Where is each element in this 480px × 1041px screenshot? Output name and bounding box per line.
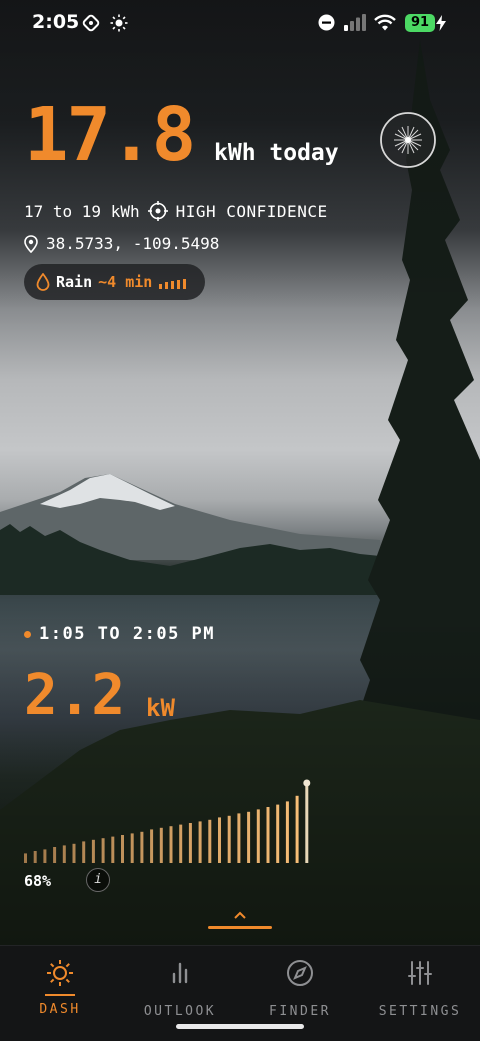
wifi-icon [374, 14, 396, 31]
power-bar [62, 845, 66, 863]
power-bar [33, 851, 37, 863]
location-coordinates: 38.5733, -109.5498 [24, 234, 219, 253]
confidence-label: HIGH CONFIDENCE [175, 201, 328, 221]
coordinates-text: 38.5733, -109.5498 [46, 234, 220, 253]
power-bar [237, 813, 241, 863]
power-bar [150, 829, 154, 863]
power-bar [198, 821, 202, 863]
time-window-text: 1:05 TO 2:05 PM [39, 624, 216, 644]
power-bar [101, 838, 105, 863]
charging-icon [436, 15, 446, 31]
power-bar [140, 831, 144, 863]
power-bar [53, 847, 57, 863]
rain-label: Rain [56, 273, 93, 291]
status-bar: 2:05 91 [0, 0, 480, 48]
tab-bar: DASH OUTLOOK FINDER SETTINGS [0, 945, 480, 1041]
time-window: 1:05 TO 2:05 PM [24, 624, 215, 644]
tab-settings-label: SETTINGS [378, 1004, 462, 1019]
bar-chart-icon [172, 962, 188, 984]
sliders-icon [408, 961, 432, 985]
tab-outlook[interactable]: OUTLOOK [120, 958, 240, 1019]
power-bar [179, 824, 183, 863]
home-indicator [176, 1024, 304, 1029]
power-bar [295, 795, 299, 863]
raindrop-icon [36, 273, 50, 291]
signal-icon [344, 14, 366, 31]
power-bar [130, 833, 134, 863]
power-bar [305, 783, 309, 863]
brightness-icon [110, 14, 128, 32]
current-bar-marker [303, 779, 311, 787]
energy-total-unit: kWh today [214, 140, 339, 166]
rain-intensity-icon [159, 279, 187, 289]
forecast-range: 17 to 19 kWh HIGH CONFIDENCE [24, 201, 328, 221]
power-bar [159, 827, 163, 863]
power-bar [188, 823, 192, 863]
target-icon [147, 201, 168, 221]
current-power-unit: kW [146, 694, 175, 722]
power-bar [247, 811, 251, 863]
power-bar [82, 841, 86, 863]
percent-label: 68% [24, 872, 52, 890]
power-bar [91, 839, 95, 863]
power-bar [169, 826, 173, 863]
power-bar [276, 804, 280, 863]
power-bar [256, 809, 260, 863]
compass-icon [287, 960, 313, 986]
current-power-value: 2.2 [24, 663, 126, 728]
power-bar [208, 819, 212, 863]
tab-outlook-label: OUTLOOK [143, 1004, 217, 1019]
sun-icon [47, 960, 73, 986]
tab-finder[interactable]: FINDER [240, 958, 360, 1019]
info-button[interactable]: i [86, 868, 110, 892]
tab-dash-label: DASH [39, 1002, 81, 1017]
location-pin-icon [24, 234, 38, 253]
tab-dash[interactable]: DASH [0, 958, 120, 1017]
do-not-disturb-icon [318, 14, 335, 31]
battery-indicator: 91 [405, 14, 435, 32]
status-time: 2:05 [32, 11, 80, 33]
power-bar [24, 853, 27, 863]
power-bar [218, 817, 221, 863]
rain-eta: ~4 min [98, 273, 153, 291]
window-dot [24, 630, 31, 638]
forecast-range-text: 17 to 19 kWh [24, 201, 140, 221]
rain-alert-pill[interactable]: Rain ~4 min [24, 264, 205, 300]
focus-icon [82, 14, 100, 32]
power-bar [72, 843, 76, 863]
expand-handle[interactable] [208, 906, 272, 936]
tab-finder-label: FINDER [269, 1004, 331, 1019]
energy-total-value: 17.8 [24, 92, 196, 178]
power-bar [121, 835, 124, 863]
power-history-bars[interactable] [22, 775, 327, 865]
chevron-up-icon [234, 911, 246, 919]
power-bar [111, 836, 115, 863]
sun-compass-icon[interactable] [380, 112, 436, 168]
power-bar [43, 849, 47, 863]
active-tab-indicator [45, 994, 75, 996]
tab-settings[interactable]: SETTINGS [360, 958, 480, 1019]
power-bar [285, 801, 289, 863]
power-bar [227, 815, 231, 863]
power-bar [266, 807, 270, 863]
